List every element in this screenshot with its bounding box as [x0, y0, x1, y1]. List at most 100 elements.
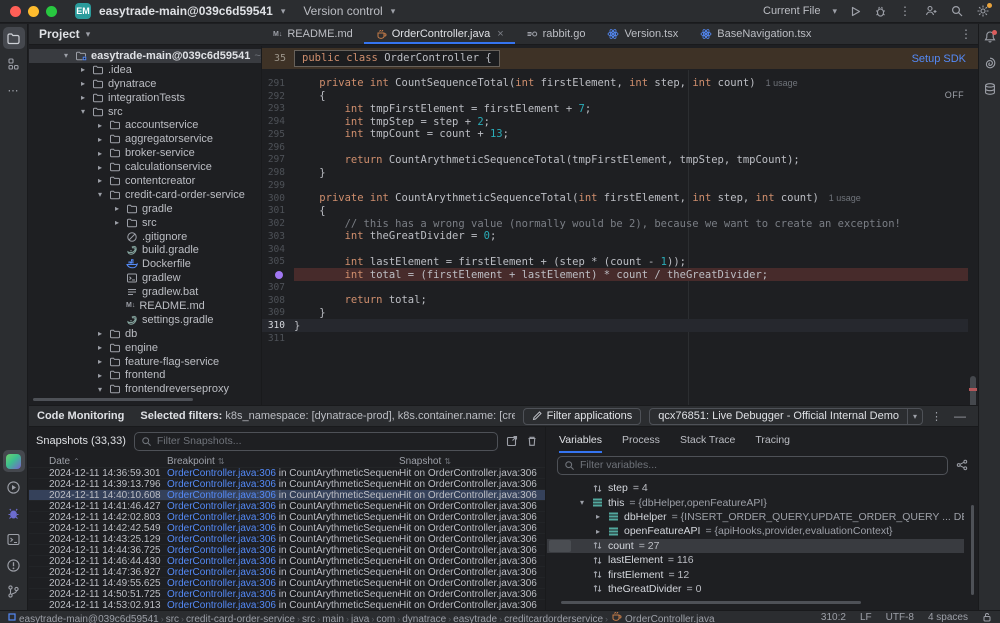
tree-item[interactable]: gradlew.bat	[29, 285, 261, 299]
tree-item[interactable]: settings.gradle	[29, 313, 261, 327]
database-tool-icon[interactable]	[983, 82, 997, 96]
chevron-right-icon[interactable]: ▸	[78, 93, 88, 102]
chevron-right-icon[interactable]: ▸	[95, 135, 105, 144]
panel-title[interactable]: Code Monitoring	[37, 410, 124, 422]
tree-item[interactable]: ▾credit-card-order-service	[29, 188, 261, 202]
chevron-right-icon[interactable]: ▸	[593, 527, 603, 536]
debugger-select[interactable]: qcx76851: Live Debugger - Official Inter…	[649, 408, 923, 425]
snapshot-row[interactable]: 2024-12-11 14:42:42.549OrderController.j…	[29, 523, 545, 534]
code-with-me-icon[interactable]	[924, 4, 938, 18]
tree-item[interactable]: ▸contentcreator	[29, 174, 261, 188]
variable-row[interactable]: ▸dbHelper = {INSERT_ORDER_QUERY,UPDATE_O…	[547, 510, 964, 524]
chevron-down-icon[interactable]: ▾	[78, 107, 88, 116]
column-header-breakpoint[interactable]: Breakpoint⇅	[167, 455, 399, 467]
usage-hint[interactable]: 1 usage	[766, 78, 798, 88]
editor-tab[interactable]: M↓README.md	[262, 24, 364, 44]
line-number[interactable]: 308	[262, 295, 294, 306]
tree-item[interactable]: ▸integrationTests	[29, 91, 261, 105]
debugger-tab-variables[interactable]: Variables	[559, 427, 602, 453]
breadcrumb-item[interactable]: credit-card-order-service	[186, 614, 295, 623]
chevron-right-icon[interactable]: ▸	[95, 371, 105, 380]
tree-item[interactable]: ▸aggregatorservice	[29, 132, 261, 146]
code-line[interactable]: 305 int lastElement = firstElement + (st…	[262, 256, 968, 269]
settings-gear-icon[interactable]	[976, 4, 990, 18]
code-line[interactable]: 298 }	[262, 166, 968, 179]
tree-item[interactable]: ▸src	[29, 216, 261, 230]
ai-assistant-icon[interactable]	[983, 56, 997, 70]
setup-sdk-link[interactable]: Setup SDK	[912, 53, 978, 65]
panel-more-icon[interactable]: ⋮	[931, 410, 942, 423]
variable-row[interactable]: ▾this = {dbHelper,openFeatureAPI}	[547, 495, 964, 509]
code-line[interactable]: int total = (firstElement + lastElement)…	[262, 268, 968, 281]
editor-tab[interactable]: Version.tsx	[596, 24, 689, 44]
tree-item[interactable]: ▾frontendreverseproxy	[29, 382, 261, 396]
editor-tab[interactable]: rabbit.go	[515, 24, 597, 44]
chevron-right-icon[interactable]: ▸	[112, 204, 122, 213]
code-line[interactable]: 294 int tmpStep = step + 2;	[262, 115, 968, 128]
debugger-tab-tracing[interactable]: Tracing	[755, 427, 790, 453]
chevron-right-icon[interactable]: ▸	[112, 218, 122, 227]
debug-icon[interactable]	[874, 5, 887, 18]
snapshot-row[interactable]: 2024-12-11 14:36:59.301OrderController.j…	[29, 468, 545, 479]
line-number[interactable]: 297	[262, 154, 294, 165]
line-number[interactable]: 291	[262, 78, 294, 89]
snapshot-row[interactable]: 2024-12-11 14:43:25.129OrderController.j…	[29, 534, 545, 545]
breakpoint-link[interactable]: OrderController.java:306	[167, 479, 276, 489]
chevron-down-icon[interactable]: ▾	[95, 385, 105, 394]
tree-item[interactable]: ▸.idea	[29, 63, 261, 77]
variables-filter[interactable]	[557, 456, 948, 475]
terminal-tool-icon[interactable]	[3, 528, 25, 550]
breadcrumb-file[interactable]: OrderController.java	[625, 614, 714, 623]
structure-tool-icon[interactable]	[3, 53, 25, 75]
snapshot-row[interactable]: 2024-12-11 14:53:02.913OrderController.j…	[29, 600, 545, 610]
encoding[interactable]: UTF-8	[886, 612, 914, 623]
code-line[interactable]: 310}	[262, 319, 968, 332]
code-monitoring-tool-icon[interactable]	[3, 450, 25, 472]
code-line[interactable]: 300 private int CountArythmeticSequenceT…	[262, 192, 968, 205]
breakpoint-link[interactable]: OrderController.java:306	[167, 490, 276, 500]
code-line[interactable]: 304	[262, 243, 968, 256]
code-line[interactable]: 296	[262, 141, 968, 154]
line-number[interactable]: 295	[262, 129, 294, 140]
breakpoint-link[interactable]: OrderController.java:306	[167, 468, 276, 478]
breakpoint-icon[interactable]	[275, 271, 283, 279]
lock-icon[interactable]	[982, 612, 992, 622]
tree-item[interactable]: M↓README.md	[29, 299, 261, 313]
delete-icon[interactable]	[526, 435, 538, 447]
breadcrumb-item[interactable]: main	[322, 614, 344, 623]
run-tool-icon[interactable]	[3, 476, 25, 498]
variables-horizontal-scrollbar[interactable]	[561, 601, 861, 604]
line-number[interactable]: 300	[262, 193, 294, 204]
line-number[interactable]: 310	[262, 320, 294, 331]
column-header-date[interactable]: Date⌃	[49, 455, 167, 467]
tree-item[interactable]: gradlew	[29, 271, 261, 285]
more-tools-icon[interactable]: ⋯	[3, 79, 25, 101]
more-icon[interactable]: ⋮	[899, 4, 912, 18]
breadcrumb[interactable]: easytrade-main@039c6d59541›src›credit-ca…	[19, 610, 715, 623]
variable-row[interactable]: theGreatDivider = 0	[547, 582, 964, 596]
snapshot-row[interactable]: 2024-12-11 14:47:36.927OrderController.j…	[29, 567, 545, 578]
breakpoint-link[interactable]: OrderController.java:306	[167, 501, 276, 511]
code-line[interactable]: 299	[262, 179, 968, 192]
debug-tool-icon[interactable]	[3, 502, 25, 524]
chevron-down-icon[interactable]: ▾	[577, 498, 587, 507]
project-panel-title[interactable]: Project	[39, 27, 80, 41]
line-number[interactable]: 299	[262, 180, 294, 191]
breadcrumb-item[interactable]: src	[302, 614, 315, 623]
code-line[interactable]: 301 {	[262, 205, 968, 218]
run-configuration-select[interactable]: Current File	[763, 5, 820, 17]
tree-item[interactable]: ▸feature-flag-service	[29, 355, 261, 369]
error-stripe-mark[interactable]	[969, 388, 977, 391]
tree-item[interactable]: ▸broker-service	[29, 146, 261, 160]
breakpoint-link[interactable]: OrderController.java:306	[167, 589, 276, 599]
git-tool-icon[interactable]	[3, 580, 25, 602]
line-number[interactable]: 296	[262, 142, 294, 153]
chevron-right-icon[interactable]: ▸	[95, 343, 105, 352]
chevron-right-icon[interactable]: ▸	[95, 176, 105, 185]
tree-item[interactable]: Dockerfile	[29, 257, 261, 271]
notifications-bell-icon[interactable]	[983, 30, 997, 44]
variable-row[interactable]: ▸openFeatureAPI = {apiHooks,provider,eva…	[547, 524, 964, 538]
chevron-right-icon[interactable]: ▸	[95, 149, 105, 158]
run-icon[interactable]	[849, 5, 862, 18]
breadcrumb-item[interactable]: src	[166, 614, 179, 623]
